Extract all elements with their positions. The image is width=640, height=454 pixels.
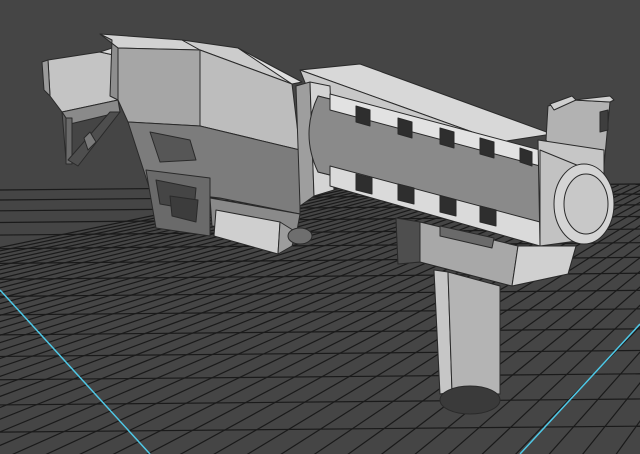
z-axis-line xyxy=(519,323,640,454)
rifle-foregrip[interactable] xyxy=(433,269,501,415)
viewport-canvas[interactable] xyxy=(0,0,640,454)
grid-line xyxy=(0,373,640,381)
3d-viewport[interactable] xyxy=(0,0,640,454)
